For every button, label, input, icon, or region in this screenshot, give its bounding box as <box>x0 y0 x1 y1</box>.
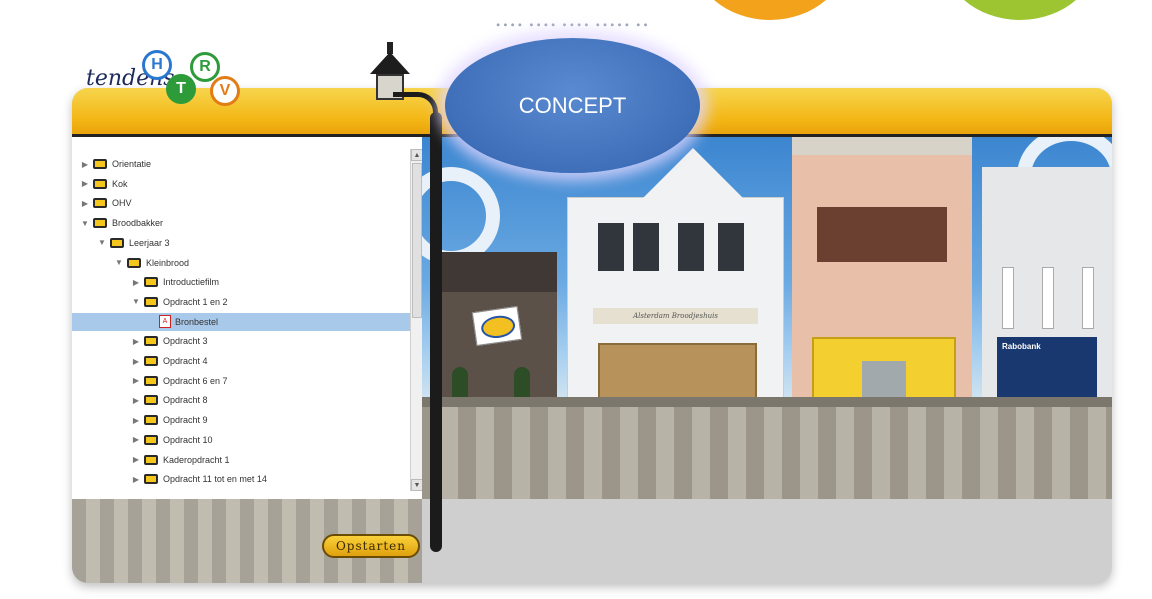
folder-icon <box>93 218 107 229</box>
pink-building <box>792 137 972 432</box>
folder-icon <box>110 237 124 248</box>
folder-icon <box>93 198 107 209</box>
pdf-icon: A <box>159 315 171 329</box>
collapsed-arrow-icon[interactable]: ▶ <box>131 337 141 346</box>
expanded-arrow-icon[interactable]: ▼ <box>80 219 90 228</box>
tree-item-label: Opdracht 11 tot en met 14 <box>163 474 267 485</box>
tree-item-label: Opdracht 8 <box>163 395 208 406</box>
folder-icon <box>93 178 107 189</box>
folder-icon <box>144 454 158 465</box>
tree-item-label: Kleinbrood <box>146 257 190 268</box>
collapsed-arrow-icon[interactable]: ▶ <box>131 475 141 484</box>
green-decor-circle <box>940 0 1100 20</box>
collapsed-arrow-icon[interactable]: ▶ <box>131 376 141 385</box>
tree-item[interactable]: ▶ Opdracht 4 <box>72 352 422 370</box>
cobblestone-street <box>422 407 1112 499</box>
folder-icon <box>144 474 158 485</box>
folder-icon <box>93 159 107 169</box>
tree-item-label: Broodbakker <box>112 218 164 229</box>
tree-item[interactable]: ▼ Leerjaar 3 <box>72 234 417 252</box>
tree-item-label: Opdracht 10 <box>163 434 213 445</box>
street-scene: Alsterdam Broodjeshuis Rabobank <box>422 137 1112 499</box>
collapsed-arrow-icon[interactable]: ▶ <box>131 396 141 405</box>
lamp-pole <box>430 112 442 552</box>
tree-item[interactable]: ▶ Opdracht 11 tot en met 14 <box>72 470 422 488</box>
expanded-arrow-icon[interactable]: ▼ <box>114 258 124 267</box>
start-button[interactable]: Opstarten <box>322 534 420 558</box>
tree-item-label: Opdracht 6 en 7 <box>163 375 228 386</box>
collapsed-arrow-icon[interactable]: ▶ <box>80 160 90 169</box>
logo-letter-r: R <box>190 52 220 82</box>
folder-icon <box>144 415 158 426</box>
collapsed-arrow-icon[interactable]: ▶ <box>131 416 141 425</box>
collapsed-arrow-icon[interactable]: ▶ <box>131 435 141 444</box>
scroll-thumb[interactable] <box>412 163 422 318</box>
tree-item-label: Opdracht 1 en 2 <box>163 296 228 307</box>
tree-item-label: Kaderopdracht 1 <box>163 454 230 465</box>
tree-item-label: Leerjaar 3 <box>129 237 170 248</box>
tree-item[interactable]: ▶ Opdracht 8 <box>72 391 422 409</box>
folder-icon <box>144 296 158 307</box>
sparkle-decoration: ∙∙∙∙ ∙∙∙∙ ∙∙∙∙ ∙∙∙∙∙ ∙∙ <box>495 20 650 31</box>
tree-item[interactable]: ▼ Broodbakker <box>72 214 400 232</box>
logo-letter-t: T <box>166 74 196 104</box>
tree-item-label: Opdracht 3 <box>163 336 208 347</box>
collapsed-arrow-icon[interactable]: ▶ <box>80 179 90 188</box>
collapsed-arrow-icon[interactable]: ▶ <box>131 455 141 464</box>
tree-item[interactable]: ▶ Opdracht 3 <box>72 332 422 350</box>
tree-item[interactable]: ▶ Orientatie <box>72 155 400 173</box>
expanded-arrow-icon[interactable]: ▼ <box>131 297 141 306</box>
orange-decor-circle <box>690 0 850 20</box>
tree-item[interactable]: ▶ Opdracht 6 en 7 <box>72 372 422 390</box>
expanded-arrow-icon[interactable]: ▼ <box>97 238 107 247</box>
tree-scrollbar[interactable]: ▲ ▼ <box>410 149 422 491</box>
concept-label: CONCEPT <box>445 38 700 173</box>
bakery-sign: Alsterdam Broodjeshuis <box>593 308 758 324</box>
tree-item-label: Kok <box>112 178 128 189</box>
folder-icon <box>144 395 158 406</box>
bakery-building: Alsterdam Broodjeshuis <box>567 148 784 424</box>
tree-item-label: Opdracht 4 <box>163 356 208 366</box>
tendens-logo: tendens H R T V <box>86 48 246 108</box>
tree-item-label: Opdracht 9 <box>163 415 208 426</box>
logo-letter-v: V <box>210 76 240 106</box>
course-tree-panel[interactable]: ▶ Orientatie ▶ Kok ▶ OHV ▼ Broodbakker ▼ Leerjaar… <box>72 137 422 499</box>
scroll-down-arrow-icon[interactable]: ▼ <box>411 479 422 491</box>
folder-icon <box>144 277 158 288</box>
collapsed-arrow-icon[interactable]: ▶ <box>131 278 141 287</box>
billboard-sign <box>471 305 523 347</box>
collapsed-arrow-icon[interactable]: ▶ <box>131 357 141 366</box>
folder-icon <box>144 336 158 347</box>
tree-item[interactable]: A Bronbestel <box>72 312 422 331</box>
folder-icon <box>127 257 141 268</box>
tree-item[interactable]: ▼ Opdracht 1 en 2 <box>72 293 422 311</box>
tree-item-label: Introductiefilm <box>163 277 220 288</box>
tree-item[interactable]: ▶ Kaderopdracht 1 <box>72 451 422 469</box>
tree-item-label: Bronbestel <box>175 316 219 327</box>
tree-item[interactable]: ▶ Kok <box>72 175 400 193</box>
logo-letter-h: H <box>142 50 172 80</box>
folder-icon <box>144 356 158 366</box>
scroll-up-arrow-icon[interactable]: ▲ <box>411 149 422 161</box>
tree-item-label: OHV <box>112 198 132 209</box>
folder-icon <box>144 434 158 445</box>
bank-sign: Rabobank <box>1002 342 1041 351</box>
street-lamp-icon <box>370 42 410 100</box>
tree-item[interactable]: ▶ OHV <box>72 194 400 212</box>
tree-item[interactable]: ▶ Opdracht 10 <box>72 431 422 449</box>
tree-item[interactable]: ▶ Opdracht 9 <box>72 411 422 429</box>
tree-item[interactable]: ▶ Introductiefilm <box>72 273 422 291</box>
collapsed-arrow-icon[interactable]: ▶ <box>80 199 90 208</box>
tree-item[interactable]: ▼ Kleinbrood <box>72 254 422 272</box>
tree-item-label: Orientatie <box>112 159 152 169</box>
folder-icon <box>144 375 158 386</box>
